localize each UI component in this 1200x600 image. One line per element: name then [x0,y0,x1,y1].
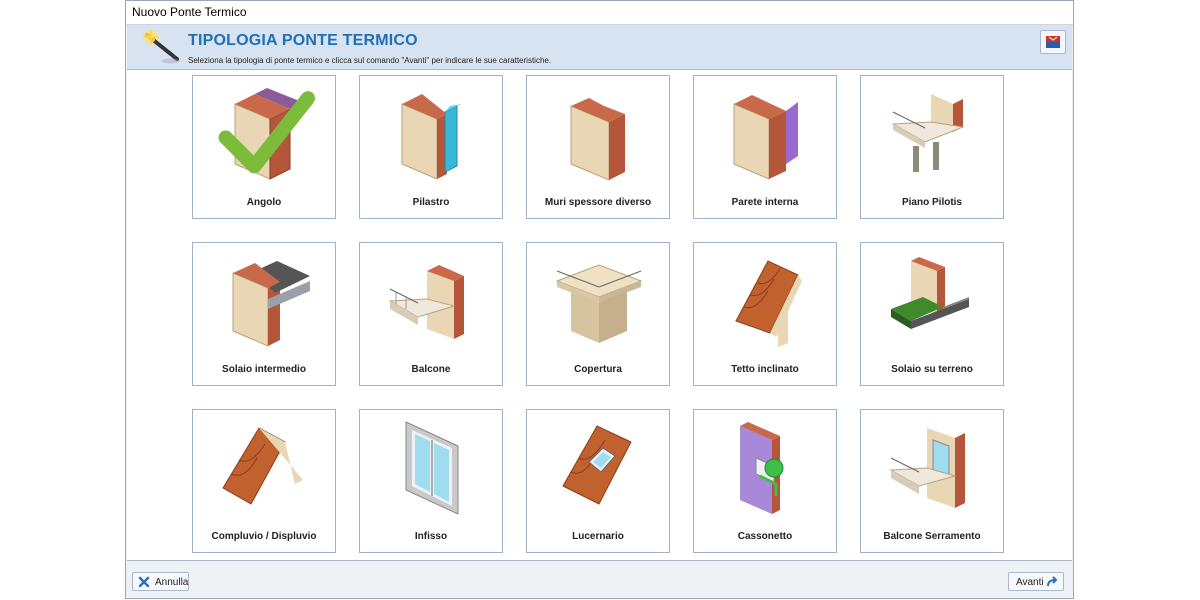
tile-label: Tetto inclinato [731,364,799,375]
tile-solaio-su-terreno[interactable]: Solaio su terreno [860,242,1004,386]
arrow-forward-icon [1047,576,1058,587]
walls-different-thickness-icon [570,98,625,181]
tile-cassonetto[interactable]: Cassonetto [693,409,837,553]
tile-label: Balcone Serramento [883,531,981,542]
magic-wand-icon [143,29,180,64]
tile-balcone[interactable]: Balcone [359,242,503,386]
tile-label: Muri spessore diverso [544,197,652,208]
internal-wall-icon [733,95,798,180]
tile-muri-spessore-diverso[interactable]: Muri spessore diverso [526,75,670,219]
tile-solaio-intermedio[interactable]: Solaio intermedio [192,242,336,386]
ground-slab-icon [891,257,969,329]
tile-label: Infisso [414,531,448,542]
next-label: Avanti [1016,577,1044,588]
tile-label: Cassonetto [737,531,793,542]
shutter-box-icon [740,422,784,514]
ridge-valley-icon [222,427,303,505]
help-button[interactable] [1040,30,1066,54]
balcony-window-icon [889,428,965,508]
tile-balcone-serramento[interactable]: Balcone Serramento [860,409,1004,553]
next-button[interactable]: Avanti [1008,572,1064,591]
tile-piano-pilotis[interactable]: Piano Pilotis [860,75,1004,219]
window-title: Nuovo Ponte Termico [126,1,1073,25]
roof-terrace-icon [555,264,643,343]
cancel-button[interactable]: Annulla [132,572,189,591]
tile-pilastro[interactable]: Pilastro [359,75,503,219]
pitched-roof-icon [735,260,802,347]
tile-copertura[interactable]: Copertura [526,242,670,386]
tile-label: Copertura [574,364,622,375]
skylight-icon [562,425,632,505]
intermediate-slab-icon [232,261,310,347]
tile-label: Angolo [246,197,282,208]
tile-parete-interna[interactable]: Parete interna [693,75,837,219]
tile-label: Lucernario [572,531,624,542]
tile-label: Pilastro [412,197,450,208]
tile-lucernario[interactable]: Lucernario [526,409,670,553]
page-title: TIPOLOGIA PONTE TERMICO [188,32,418,49]
tile-label: Balcone [411,364,451,375]
close-icon [138,576,150,588]
tile-label: Parete interna [731,197,799,208]
checkmark-icon [218,91,315,174]
page-subtitle: Seleziona la tipologia di ponte termico … [188,56,552,65]
tipology-grid: Angolo Pilastro Muri spessore diverso Pa… [127,70,1072,561]
balcony-icon [388,265,464,339]
tile-infisso[interactable]: Infisso [359,409,503,553]
tile-label: Solaio intermedio [222,364,306,375]
pilotis-floor-icon [891,94,965,172]
cancel-label: Annulla [155,577,189,588]
help-icon [1046,36,1060,48]
dialog-window: Nuovo Ponte Termico TIPOLOGIA PONTE TERM… [125,0,1074,599]
header-panel: TIPOLOGIA PONTE TERMICO Seleziona la tip… [127,25,1072,70]
tile-label: Solaio su terreno [891,364,973,375]
footer-bar: Annulla Avanti [127,561,1072,598]
tile-angolo[interactable]: Angolo [192,75,336,219]
pillar-icon [401,94,462,180]
tile-tetto-inclinato[interactable]: Tetto inclinato [693,242,837,386]
tile-label: Compluvio / Displuvio [211,531,317,542]
tile-compluvio-displuvio[interactable]: Compluvio / Displuvio [192,409,336,553]
tile-label: Piano Pilotis [901,197,962,208]
window-frame-icon [405,421,459,515]
